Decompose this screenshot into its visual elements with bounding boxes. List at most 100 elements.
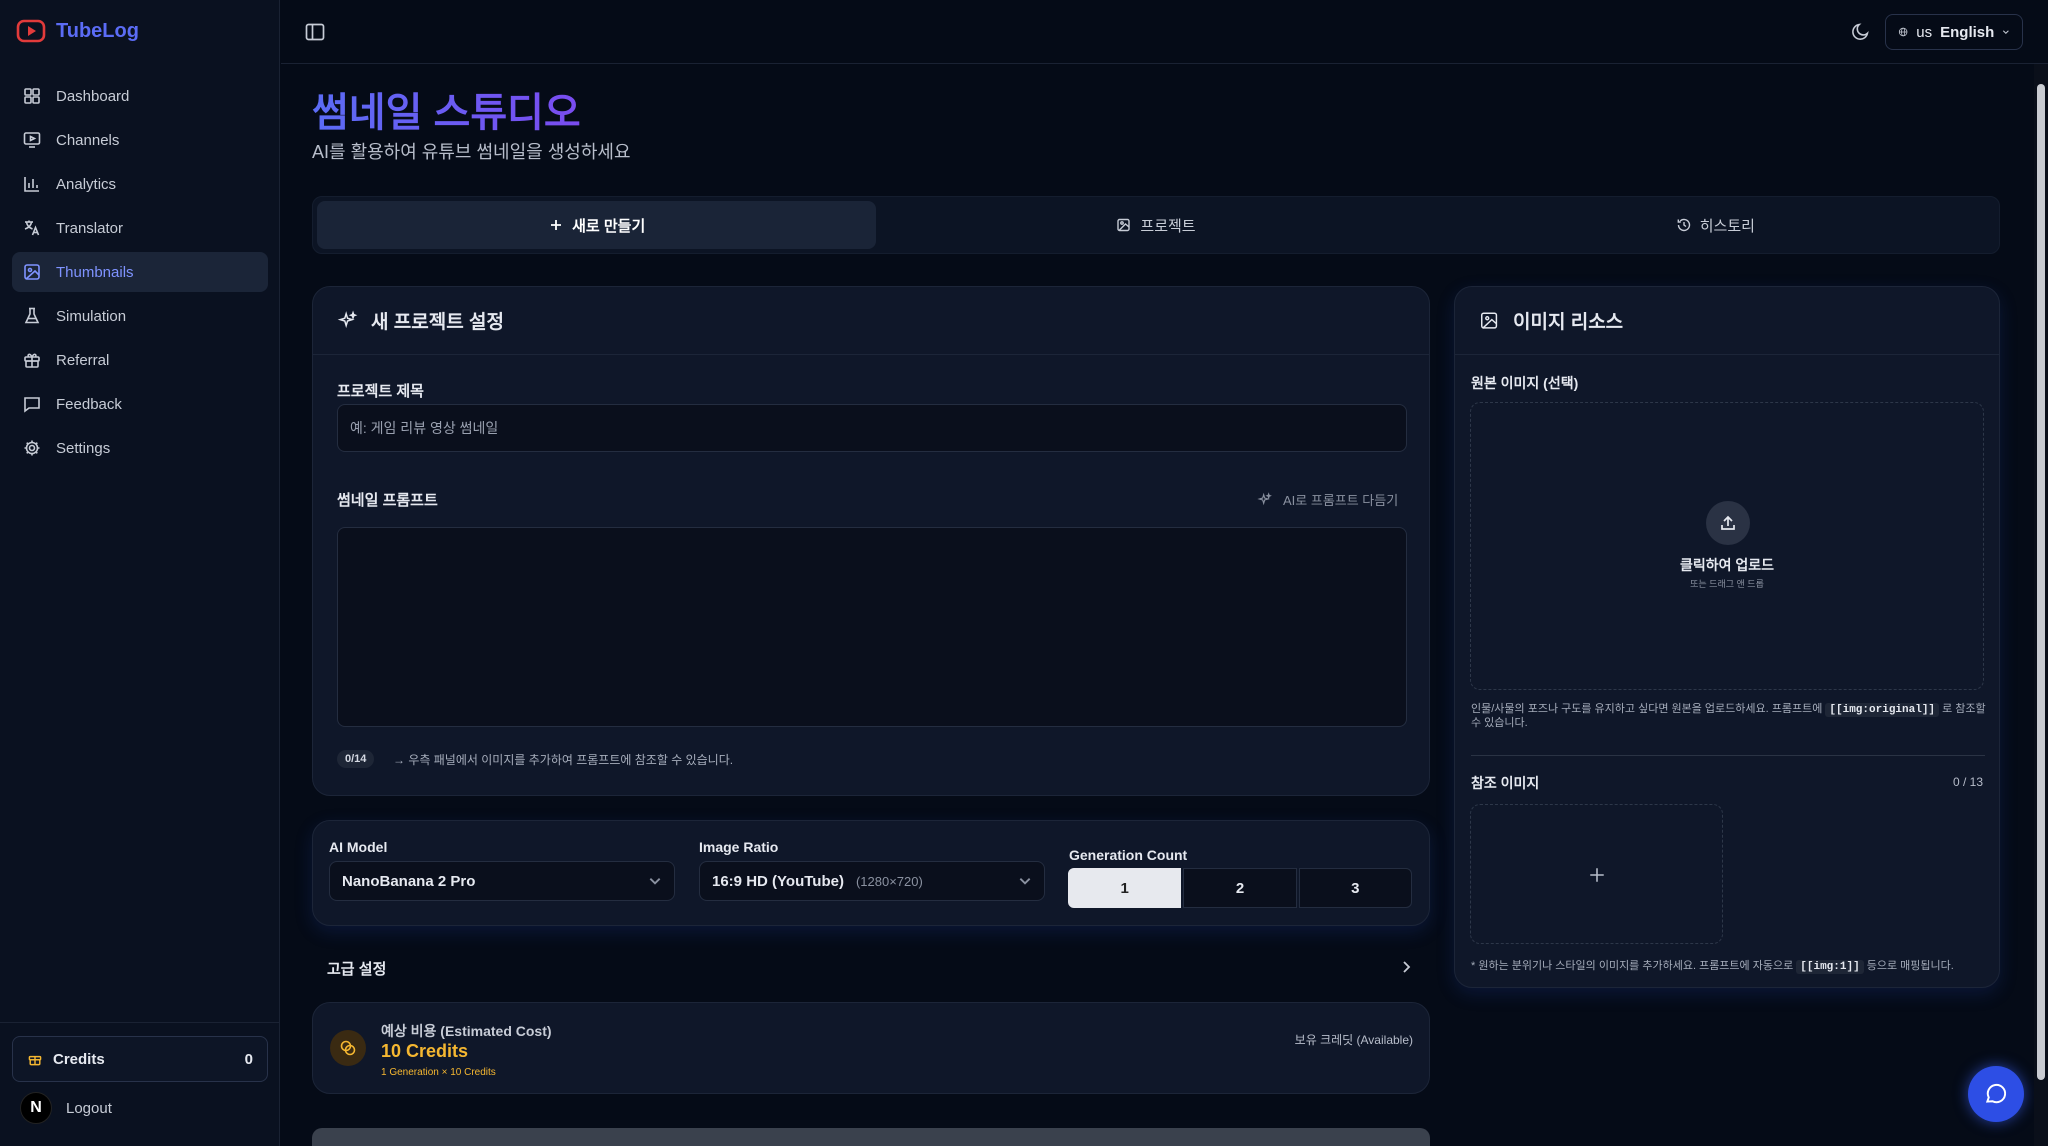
coins-icon	[330, 1030, 366, 1066]
sidebar-item-translator[interactable]: Translator	[12, 208, 268, 248]
ai-model-label: AI Model	[329, 839, 388, 855]
logout-label: Logout	[66, 1099, 112, 1117]
image-icon	[24, 264, 40, 280]
chevron-right-icon[interactable]	[1398, 959, 1414, 975]
language-label: English	[1940, 23, 1995, 41]
card-title: 새 프로젝트 설정	[371, 312, 504, 333]
plus-icon	[1590, 868, 1604, 882]
monitor-play-icon	[23, 132, 41, 148]
page-subtitle: AI를 활용하여 유튜브 썸네일을 생성하세요	[312, 142, 631, 162]
sidebar-item-label: Channels	[56, 131, 120, 149]
sparkles-icon	[1257, 491, 1272, 505]
count-option-3[interactable]: 3	[1298, 868, 1412, 908]
sidebar-item-dashboard[interactable]: Dashboard	[12, 76, 268, 116]
moon-icon[interactable]	[1850, 20, 1872, 42]
project-title-input[interactable]: 예: 게임 리뷰 영상 썸네일	[337, 404, 1407, 452]
upload-icon	[1706, 501, 1750, 545]
language-select[interactable]: us English	[1885, 14, 2023, 50]
add-reference-image-button[interactable]	[1470, 804, 1723, 944]
credits-value: 0	[244, 1050, 253, 1068]
card-header: 이미지 리소스	[1455, 287, 1999, 355]
logout-button[interactable]: N Logout	[20, 1092, 112, 1124]
credits-box[interactable]: Credits 0	[12, 1036, 268, 1082]
count-option-1[interactable]: 1	[1068, 868, 1182, 908]
avatar: N	[20, 1092, 52, 1124]
tab-label: 새로 만들기	[572, 217, 646, 235]
sidebar-item-label: Feedback	[56, 395, 122, 413]
tab-label: 프로젝트	[1140, 217, 1196, 235]
sidebar-divider	[0, 1022, 280, 1023]
ai-refine-button[interactable]: AI로 프롬프트 다듬기	[1257, 490, 1398, 509]
original-code: [[img:original]]	[1825, 703, 1940, 717]
estimated-cost-card: 예상 비용 (Estimated Cost) 10 Credits 1 Gene…	[312, 1002, 1430, 1094]
sidebar: TubeLog Dashboard Channels Analytics Tra…	[0, 0, 280, 1146]
sidebar-toggle-icon[interactable]	[303, 20, 327, 44]
page-scrollbar[interactable]	[2034, 64, 2048, 1146]
sidebar-item-analytics[interactable]: Analytics	[12, 164, 268, 204]
note-text: * 원하는 분위기나 스타일의 이미지를 추가하세요. 프롬프트에 자동으로	[1471, 960, 1794, 972]
estimated-cost-label: 예상 비용 (Estimated Cost)	[381, 1023, 552, 1039]
generation-count-label: Generation Count	[1069, 847, 1188, 863]
prompt-textarea[interactable]	[337, 527, 1407, 727]
brand[interactable]: TubeLog	[16, 18, 139, 44]
plus-icon	[551, 220, 562, 230]
tab-history[interactable]: 히스토리	[1436, 201, 1995, 249]
sparkles-icon	[337, 310, 358, 328]
image-ratio-detail: (1280×720)	[855, 873, 923, 889]
sidebar-item-label: Translator	[56, 219, 123, 237]
gift-icon	[24, 353, 40, 368]
upload-label: 클릭하여 업로드	[1679, 557, 1775, 573]
sidebar-item-feedback[interactable]: Feedback	[12, 384, 268, 424]
project-settings-card: 새 프로젝트 설정 프로젝트 제목 예: 게임 리뷰 영상 썸네일 썸네일 프롬…	[312, 286, 1430, 796]
advanced-settings-toggle[interactable]: 고급 설정	[327, 958, 386, 979]
tab-bar: 새로 만들기 프로젝트 히스토리	[312, 196, 2000, 254]
sidebar-item-simulation[interactable]: Simulation	[12, 296, 268, 336]
tab-label: 히스토리	[1699, 217, 1755, 235]
gear-icon	[24, 440, 40, 456]
languages-icon	[24, 220, 40, 236]
tab-projects[interactable]: 프로젝트	[876, 201, 1435, 249]
note-text: 인물/사물의 포즈나 구도를 유지하고 싶다면 원본을 업로드하세요. 프롬프트…	[1471, 703, 1823, 715]
image-ratio-label: Image Ratio	[699, 839, 779, 855]
flask-icon	[24, 307, 40, 324]
ai-refine-label: AI로 프롬프트 다듬기	[1283, 493, 1399, 508]
card-header: 새 프로젝트 설정	[313, 287, 1429, 355]
chat-button[interactable]	[1968, 1066, 2024, 1122]
ai-model-select[interactable]: NanoBanana 2 Pro	[329, 861, 675, 901]
original-image-label: 원본 이미지 (선택)	[1471, 375, 1579, 391]
scrollbar-thumb[interactable]	[2037, 84, 2045, 1080]
count-option-2[interactable]: 2	[1183, 868, 1297, 908]
sidebar-item-label: Dashboard	[56, 87, 130, 105]
generate-button[interactable]	[312, 1128, 1430, 1146]
youtube-logo-icon	[16, 19, 46, 43]
ref-code: [[img:1]]	[1796, 960, 1864, 974]
sidebar-item-channels[interactable]: Channels	[12, 120, 268, 160]
sidebar-item-settings[interactable]: Settings	[12, 428, 268, 468]
sidebar-item-label: Analytics	[56, 175, 117, 193]
section-divider	[1471, 755, 1985, 756]
sidebar-item-label: Thumbnails	[56, 263, 134, 281]
card-title: 이미지 리소스	[1513, 312, 1624, 333]
original-image-upload[interactable]: 클릭하여 업로드 또는 드래그 앤 드롭	[1470, 402, 1984, 690]
estimated-cost-detail: 1 Generation × 10 Credits	[381, 1067, 496, 1078]
note-text: 등으로 매핑됩니다.	[1866, 960, 1954, 972]
sidebar-item-thumbnails[interactable]: Thumbnails	[12, 252, 268, 292]
reference-images-note: * 원하는 분위기나 스타일의 이미지를 추가하세요. 프롬프트에 자동으로 […	[1471, 957, 1987, 974]
brand-name: TubeLog	[56, 19, 139, 42]
tab-new[interactable]: 새로 만들기	[317, 201, 877, 249]
available-credits-label: 보유 크레딧 (Available)	[1294, 1033, 1413, 1047]
image-ratio-select[interactable]: 16:9 HD (YouTube) (1280×720)	[699, 861, 1045, 901]
reference-images-label: 참조 이미지	[1471, 775, 1540, 791]
chevron-down-icon	[2003, 30, 2010, 35]
prompt-helper-text: → 우측 패널에서 이미지를 추가하여 프롬프트에 참조할 수 있습니다.	[393, 753, 734, 767]
upload-sublabel: 또는 드래그 앤 드롭	[1690, 579, 1764, 589]
ai-model-value: NanoBanana 2 Pro	[342, 872, 476, 890]
message-square-icon	[24, 397, 40, 413]
sidebar-item-label: Settings	[56, 439, 111, 457]
estimated-cost-value: 10 Credits	[381, 1041, 469, 1061]
reference-images-count: 0 / 13	[1952, 775, 1983, 789]
sidebar-item-referral[interactable]: Referral	[12, 340, 268, 380]
bar-chart-icon	[24, 177, 39, 192]
grid-icon	[24, 88, 40, 104]
language-flag: us	[1916, 23, 1933, 41]
